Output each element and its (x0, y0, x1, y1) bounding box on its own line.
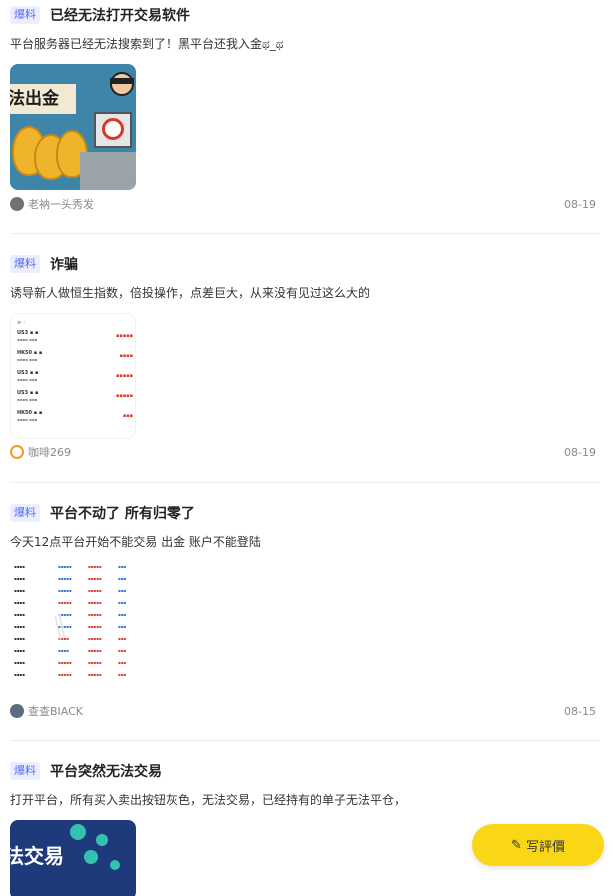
post-card[interactable]: 爆料 诈骗 诱导新人做恒生指数，倍投操作，点差巨大，从来没有见过这么大的 ≡ ◦… (10, 253, 600, 439)
post-meta: 查查BIACK 08-15 (10, 703, 600, 719)
post-title-row: 爆料 平台不动了 所有归零了 (10, 502, 600, 524)
post-card[interactable]: 爆料 已经无法打开交易软件 平台服务器已经无法搜索到了！黑平台还我入金ಥ_ಥ 法… (10, 4, 600, 190)
post-thumbnail[interactable]: 法出金 (10, 64, 136, 190)
post-date: 08-19 (564, 197, 596, 211)
author-name[interactable]: 咖啡269 (28, 444, 71, 460)
post-thumbnail[interactable]: ≡ ◦ US3 ▪ ▪ ▪▪▪▪ ▪▪▪ ▪▪▪▪▪ HK50 ▪ ▪ ▪▪▪▪ ▪▪… (10, 313, 136, 439)
avatar[interactable] (10, 445, 24, 459)
post-date: 08-19 (564, 445, 596, 459)
post-title-row: 爆料 诈骗 (10, 253, 600, 275)
post-tag: 爆料 (10, 762, 40, 780)
trade-row: US3 ▪ ▪ ▪▪▪▪ ▪▪▪ ▪▪▪▪▪ (17, 330, 133, 342)
post-description: 诱导新人做恒生指数，倍投操作，点差巨大，从来没有见过这么大的 (10, 286, 371, 300)
thief-figure (110, 72, 134, 96)
post-description: 打开平台，所有买入卖出按钮灰色，无法交易，已经持有的单子无法平仓， (10, 793, 407, 807)
post-description: 平台服务器已经无法搜索到了！黑平台还我入金ಥ_ಥ (10, 37, 284, 51)
thumbnail-caption: 法出金 (10, 84, 76, 114)
post-title[interactable]: 平台不动了 所有归零了 (50, 503, 195, 523)
post-date: 08-15 (564, 704, 596, 718)
post-meta: 老衲一头秀发 08-19 (10, 196, 600, 212)
leaf-shape (84, 850, 98, 864)
prohibited-icon (102, 118, 124, 140)
author-name[interactable]: 老衲一头秀发 (28, 196, 94, 212)
post-card[interactable]: 爆料 平台不动了 所有归零了 今天12点平台开始不能交易 出金 账户不能登陆 ▪… (10, 502, 600, 688)
post-tag: 爆料 (10, 255, 40, 273)
post-title-row: 爆料 已经无法打开交易软件 (10, 4, 600, 26)
pen-icon: ✎ (511, 837, 522, 853)
thumbnail-header-text: ≡ ◦ (17, 320, 26, 326)
trade-row: US3 ▪ ▪ ▪▪▪▪ ▪▪▪ ▪▪▪▪▪ (17, 370, 133, 382)
avatar[interactable] (10, 197, 24, 211)
post-description: 今天12点平台开始不能交易 出金 账户不能登陆 (10, 535, 261, 549)
post-tag: 爆料 (10, 6, 40, 24)
leaf-shape (70, 824, 86, 840)
post-thumbnail[interactable]: 法交易 (10, 820, 136, 896)
post-title[interactable]: 平台突然无法交易 (50, 761, 162, 781)
thumbnail-caption: 法交易 (10, 844, 64, 868)
divider (10, 482, 600, 483)
post-title[interactable]: 诈骗 (50, 254, 78, 274)
write-review-button[interactable]: ✎ 写評價 (472, 824, 604, 866)
post-title[interactable]: 已经无法打开交易软件 (50, 5, 190, 25)
leaf-shape (96, 834, 108, 846)
trade-row: HK50 ▪ ▪ ▪▪▪▪ ▪▪▪ ▪▪▪ (17, 410, 133, 422)
post-meta: 咖啡269 08-19 (10, 444, 600, 460)
post-thumbnail[interactable]: ▪▪▪▪ ▪▪▪▪▪ ▪▪▪▪▪ ▪▪▪ ▪▪▪▪ ▪▪▪▪▪ ▪▪▪▪▪ ▪▪▪ ▪▪▪▪… (10, 562, 136, 688)
trade-row: HK50 ▪ ▪ ▪▪▪▪ ▪▪▪ ▪▪▪▪ (17, 350, 133, 362)
divider (10, 740, 600, 741)
avatar[interactable] (10, 704, 24, 718)
mask-shape (110, 78, 134, 84)
post-title-row: 爆料 平台突然无法交易 (10, 760, 600, 782)
divider (10, 233, 600, 234)
desk-shape (80, 152, 136, 190)
write-review-label: 写評價 (525, 839, 565, 855)
author-name[interactable]: 查查BIACK (28, 703, 83, 719)
leaf-shape (110, 860, 120, 870)
post-tag: 爆料 (10, 504, 40, 522)
trade-row: US3 ▪ ▪ ▪▪▪▪ ▪▪▪ ▪▪▪▪▪ (17, 390, 133, 402)
